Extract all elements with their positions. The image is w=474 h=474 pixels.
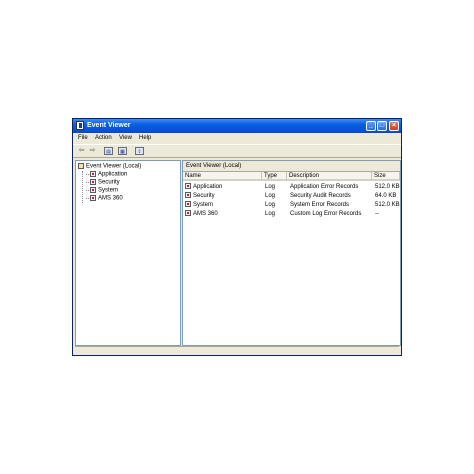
menu-view[interactable]: View <box>119 135 132 141</box>
tree-branch <box>86 181 89 183</box>
table-row[interactable]: AMS 360 Log Custom Log Error Records -- <box>183 210 400 218</box>
cell-description: Custom Log Error Records <box>290 211 362 217</box>
cell-name-text: System <box>193 202 214 208</box>
tree-branch <box>86 173 89 175</box>
log-icon <box>185 183 191 190</box>
tree-item-system[interactable]: System <box>86 187 118 195</box>
log-icon <box>185 201 191 208</box>
cell-description: System Error Records <box>290 202 350 208</box>
export-list-icon[interactable]: ⇪ <box>135 147 144 155</box>
event-viewer-app-icon[interactable] <box>76 121 84 130</box>
tree-item-ams-360[interactable]: AMS 360 <box>86 195 123 203</box>
show-hide-console-tree-icon[interactable]: ▤ <box>104 147 113 155</box>
tree-connector <box>82 171 84 203</box>
cell-type: Log <box>265 202 276 208</box>
cell-size: 512.0 KB <box>375 202 400 208</box>
cell-type: Log <box>265 211 276 217</box>
tree-root-label: Event Viewer (Local) <box>86 163 142 170</box>
column-header-description[interactable]: Description <box>287 172 372 181</box>
tree-item-label: AMS 360 <box>98 195 123 202</box>
window-title: Event Viewer <box>87 122 131 129</box>
cell-name-text: Application <box>193 184 223 190</box>
tree-branch <box>86 197 89 199</box>
column-header-type[interactable]: Type <box>262 172 287 181</box>
cell-name: Application <box>185 183 222 191</box>
cell-size: -- <box>375 211 379 217</box>
cell-name-text: Security <box>193 193 215 199</box>
cell-type: Log <box>265 184 276 190</box>
table-row[interactable]: Application Log Application Error Record… <box>183 183 400 191</box>
event-viewer-window: Event Viewer _ □ × File Action View Help… <box>72 118 402 356</box>
menu-help[interactable]: Help <box>139 135 151 141</box>
cell-name-text: AMS 360 <box>193 211 218 217</box>
tree-item-application[interactable]: Application <box>86 171 127 179</box>
back-arrow-icon[interactable]: ⇦ <box>77 147 86 155</box>
console-tree-pane[interactable]: Event Viewer (Local) Application Securit… <box>75 160 181 346</box>
details-pane-header: Event Viewer (Local) <box>183 161 400 172</box>
log-icon <box>185 192 191 199</box>
tree-item-label: Security <box>98 179 120 186</box>
cell-name: System <box>185 201 213 209</box>
status-bar <box>75 346 399 353</box>
log-icon <box>90 187 96 193</box>
forward-arrow-icon[interactable]: ⇨ <box>88 147 97 155</box>
tree-item-security[interactable]: Security <box>86 179 120 187</box>
cell-description: Security Audit Records <box>290 193 351 199</box>
event-viewer-icon <box>78 163 84 169</box>
log-icon <box>90 171 96 177</box>
menu-action[interactable]: Action <box>95 135 112 141</box>
maximize-button[interactable]: □ <box>377 121 387 131</box>
cell-description: Application Error Records <box>290 184 359 190</box>
menu-file[interactable]: File <box>78 135 88 141</box>
cell-name: AMS 360 <box>185 210 218 218</box>
log-icon <box>185 210 191 217</box>
table-row[interactable]: System Log System Error Records 512.0 KB <box>183 201 400 209</box>
column-header-size[interactable]: Size <box>372 172 400 181</box>
log-icon <box>90 179 96 185</box>
cell-size: 512.0 KB <box>375 184 400 190</box>
toolbar: ⇦ ⇨ ▤ ▦ ⇪ <box>73 144 401 158</box>
close-button[interactable]: × <box>389 121 399 131</box>
table-row[interactable]: Security Log Security Audit Records 64.0… <box>183 192 400 200</box>
tree-root-event-viewer-local[interactable]: Event Viewer (Local) <box>78 163 141 171</box>
properties-icon[interactable]: ▦ <box>118 147 127 155</box>
log-icon <box>90 195 96 201</box>
title-bar[interactable]: Event Viewer _ □ × <box>73 119 401 133</box>
minimize-button[interactable]: _ <box>366 121 376 131</box>
column-header-name[interactable]: Name <box>183 172 262 181</box>
tree-branch <box>86 189 89 191</box>
column-headers: Name Type Description Size <box>183 172 400 181</box>
tree-item-label: System <box>98 187 119 194</box>
menu-bar: File Action View Help <box>73 134 401 143</box>
details-pane[interactable]: Event Viewer (Local) Name Type Descripti… <box>182 160 401 346</box>
cell-name: Security <box>185 192 215 200</box>
tree-item-label: Application <box>98 171 128 178</box>
cell-size: 64.0 KB <box>375 193 397 199</box>
cell-type: Log <box>265 193 276 199</box>
details-pane-title: Event Viewer (Local) <box>186 163 242 169</box>
